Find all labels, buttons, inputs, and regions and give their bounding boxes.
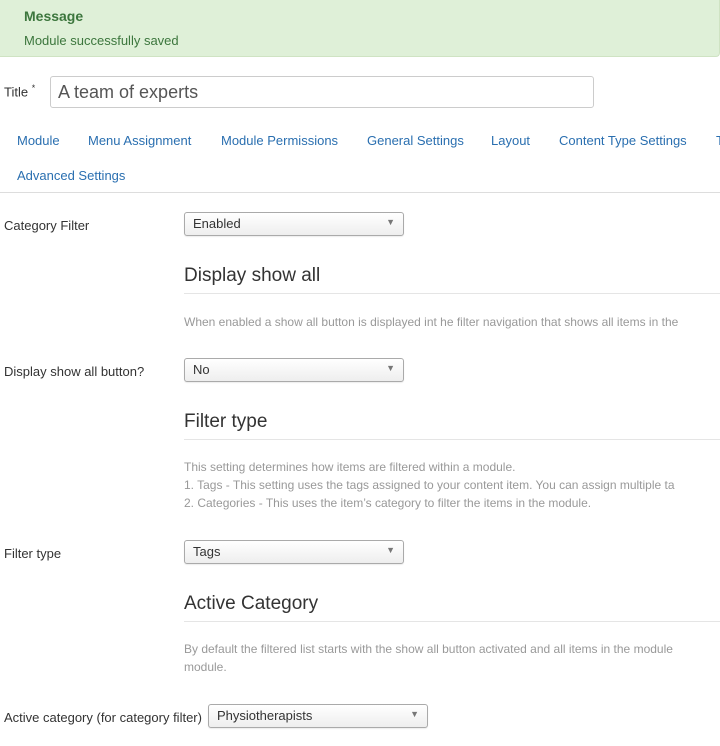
tab-menu-assignment[interactable]: Menu Assignment [88, 133, 191, 148]
tab-advanced-settings[interactable]: Advanced Settings [17, 168, 125, 183]
section-title-active-category: Active Category [184, 593, 319, 614]
section-divider [184, 439, 720, 440]
caret-down-icon: ▼ [386, 545, 395, 555]
success-alert: Message Module successfully saved [0, 0, 720, 57]
category-filter-value: Enabled [193, 216, 241, 231]
section-desc-line: By default the filtered list starts with… [184, 642, 673, 656]
caret-down-icon: ▼ [410, 709, 419, 719]
section-desc-line: This setting determines how items are fi… [184, 460, 516, 474]
display-show-all-select[interactable]: No ▼ [184, 358, 404, 382]
tabs-divider [0, 192, 720, 193]
alert-heading: Message [24, 8, 84, 24]
category-filter-select[interactable]: Enabled ▼ [184, 212, 404, 236]
filter-type-value: Tags [193, 544, 221, 559]
display-show-all-label: Display show all button? [4, 364, 145, 379]
tab-layout[interactable]: Layout [491, 133, 530, 148]
section-desc-line: 1. Tags - This setting uses the tags ass… [184, 478, 675, 492]
active-category-value: Physiotherapists [217, 708, 313, 723]
filter-type-select[interactable]: Tags ▼ [184, 540, 404, 564]
active-category-select[interactable]: Physiotherapists ▼ [208, 704, 428, 728]
section-desc-line: 2. Categories - This uses the item’s cat… [184, 496, 592, 510]
tab-truncated[interactable]: T [716, 133, 720, 148]
caret-down-icon: ▼ [386, 363, 395, 373]
tab-general-settings[interactable]: General Settings [367, 133, 464, 148]
section-title-show-all: Display show all [184, 265, 321, 286]
title-label: Title * [4, 83, 36, 100]
alert-message: Module successfully saved [24, 33, 179, 48]
tab-content-type-settings[interactable]: Content Type Settings [559, 133, 687, 148]
section-title-filter-type: Filter type [184, 411, 268, 432]
caret-down-icon: ▼ [386, 217, 395, 227]
section-desc-show-all: When enabled a show all button is displa… [184, 315, 679, 329]
display-show-all-value: No [193, 362, 210, 377]
required-mark: * [31, 83, 36, 93]
section-divider [184, 293, 720, 294]
category-filter-label: Category Filter [4, 218, 90, 233]
tab-module[interactable]: Module [17, 133, 60, 148]
section-desc-line: module. [184, 660, 227, 674]
section-divider [184, 621, 720, 622]
filter-type-label: Filter type [4, 546, 62, 561]
tab-module-permissions[interactable]: Module Permissions [221, 133, 338, 148]
active-category-label: Active category (for category filter) [4, 710, 202, 725]
title-input[interactable] [50, 76, 594, 108]
